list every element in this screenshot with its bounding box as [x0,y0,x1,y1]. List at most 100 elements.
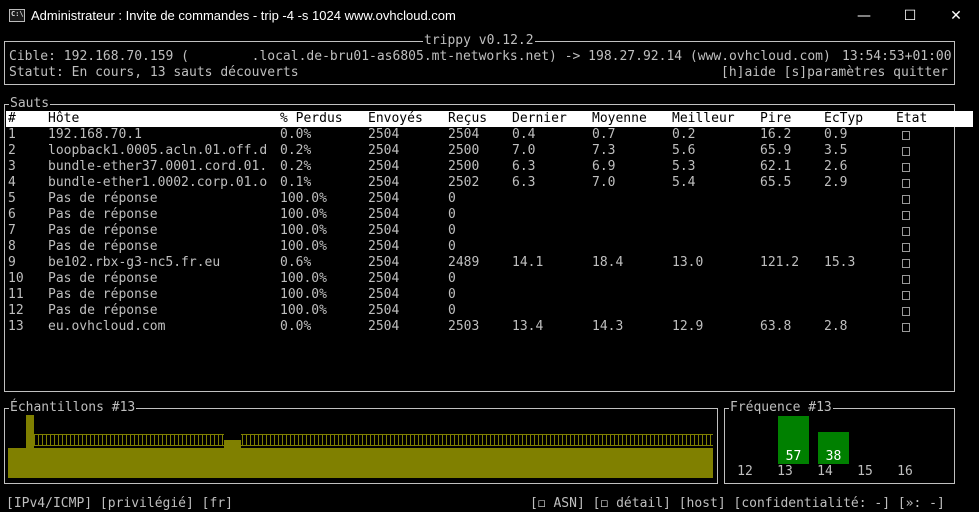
frequency-label: 13 [777,464,793,479]
hop-recv: 0 [448,207,456,222]
hop-status-icon [902,147,910,156]
hop-avg: 6.9 [592,159,616,174]
hop-recv: 2489 [448,255,480,270]
hop-status-icon [902,211,910,220]
col-last: Dernier [512,111,567,126]
table-row[interactable]: 10 Pas de réponse 100.0% 2504 0 [6,271,973,287]
hop-sent: 2504 [368,319,400,334]
hop-sent: 2504 [368,287,400,302]
hops-table-header: # Hôte % Perdus Envoyés Reçus Dernier Mo… [6,111,973,127]
close-button[interactable]: ✕ [933,0,979,32]
hop-best: 5.3 [672,159,696,174]
hop-status-icon [902,195,910,204]
hop-stddev: 15.3 [824,255,856,270]
hop-recv: 0 [448,223,456,238]
hop-sent: 2504 [368,239,400,254]
hop-host: 192.168.70.1 [48,127,142,142]
hop-loss: 0.2% [280,159,312,174]
target-line: Cible: 192.168.70.159 ( .local.de-bru01-… [9,49,831,64]
table-row[interactable]: 11 Pas de réponse 100.0% 2504 0 [6,287,973,303]
hop-index: 8 [8,239,16,254]
cmd-icon: C:\ [9,9,25,22]
hop-status-icon [902,259,910,268]
hop-index: 10 [8,271,24,286]
window-title: Administrateur : Invite de commandes - t… [31,8,456,23]
table-row[interactable]: 5 Pas de réponse 100.0% 2504 0 [6,191,973,207]
hop-status-icon [902,291,910,300]
table-row[interactable]: 8 Pas de réponse 100.0% 2504 0 [6,239,973,255]
hop-best: 0.2 [672,127,696,142]
hop-best: 5.4 [672,175,696,190]
hop-recv: 2502 [448,175,480,190]
frequency-label: 15 [857,464,873,479]
hop-recv: 0 [448,191,456,206]
hop-worst: 16.2 [760,127,792,142]
hop-stddev: 2.6 [824,159,848,174]
hop-index: 12 [8,303,24,318]
hop-last: 7.0 [512,143,536,158]
table-row[interactable]: 4 bundle-ether1.0002.corp.01.o 0.1% 2504 250… [6,175,973,191]
hop-recv: 2500 [448,159,480,174]
hop-best: 5.6 [672,143,696,158]
col-index: # [8,111,16,126]
hop-last: 6.3 [512,175,536,190]
table-row[interactable]: 7 Pas de réponse 100.0% 2504 0 [6,223,973,239]
col-loss: % Perdus [280,111,343,126]
hop-index: 11 [8,287,24,302]
samples-panel-title: Échantillons #13 [9,400,137,416]
hop-loss: 0.0% [280,319,312,334]
help-hints: [h]aide [s]paramètres quitter [721,65,948,80]
frequency-count: 57 [785,449,802,464]
col-worst: Pire [760,111,792,126]
hop-recv: 0 [448,287,456,302]
hop-loss: 0.2% [280,143,312,158]
minimize-button[interactable]: — [841,0,887,32]
hop-status-icon [902,227,910,236]
maximize-button[interactable]: ☐ [887,0,933,32]
frequency-bar: 38 [818,432,849,464]
table-row[interactable]: 1 192.168.70.1 0.0% 2504 2504 0.4 0.7 0.2 16.2 0.… [6,127,973,143]
col-best: Meilleur [672,111,735,126]
hop-status-icon [902,243,910,252]
table-row[interactable]: 13 eu.ovhcloud.com 0.0% 2504 2503 13.4 14.3 12.… [6,319,973,335]
hop-stddev: 0.9 [824,127,848,142]
hop-loss: 100.0% [280,239,327,254]
table-row[interactable]: 3 bundle-ether37.0001.cord.01. 0.2% 2504 250… [6,159,973,175]
hop-best: 12.9 [672,319,704,334]
footer-right: [◻ ASN] [◻ détail] [host] [confidentiali… [530,496,945,511]
hop-last: 0.4 [512,127,536,142]
hop-sent: 2504 [368,191,400,206]
hop-sent: 2504 [368,159,400,174]
table-row[interactable]: 2 loopback1.0005.acln.01.off.d 0.2% 2504 250… [6,143,973,159]
col-sent: Envoyés [368,111,423,126]
hop-sent: 2504 [368,255,400,270]
hop-avg: 7.0 [592,175,616,190]
hops-panel-title: Sauts [9,96,51,112]
clock: 13:54:53+01:00 [842,49,952,64]
hop-loss: 100.0% [280,271,327,286]
hop-worst: 65.9 [760,143,792,158]
hop-host: Pas de réponse [48,239,158,254]
hop-loss: 0.1% [280,175,312,190]
hop-last: 14.1 [512,255,544,270]
hop-sent: 2504 [368,271,400,286]
hop-avg: 7.3 [592,143,616,158]
col-recv: Reçus [448,111,488,126]
hop-sent: 2504 [368,143,400,158]
hop-loss: 100.0% [280,223,327,238]
hop-recv: 2500 [448,143,480,158]
frequency-bar: 57 [778,416,809,464]
table-row[interactable]: 12 Pas de réponse 100.0% 2504 0 [6,303,973,319]
hop-best: 13.0 [672,255,704,270]
hop-loss: 0.0% [280,127,312,142]
hop-loss: 100.0% [280,303,327,318]
hop-index: 13 [8,319,24,334]
hop-index: 2 [8,143,16,158]
hop-worst: 65.5 [760,175,792,190]
table-row[interactable]: 6 Pas de réponse 100.0% 2504 0 [6,207,973,223]
app-title: trippy v0.12.2 [423,33,535,49]
frequency-count: 38 [825,449,842,464]
hop-index: 7 [8,223,16,238]
hop-sent: 2504 [368,303,400,318]
table-row[interactable]: 9 be102.rbx-g3-nc5.fr.eu 0.6% 2504 2489 14.1 1… [6,255,973,271]
